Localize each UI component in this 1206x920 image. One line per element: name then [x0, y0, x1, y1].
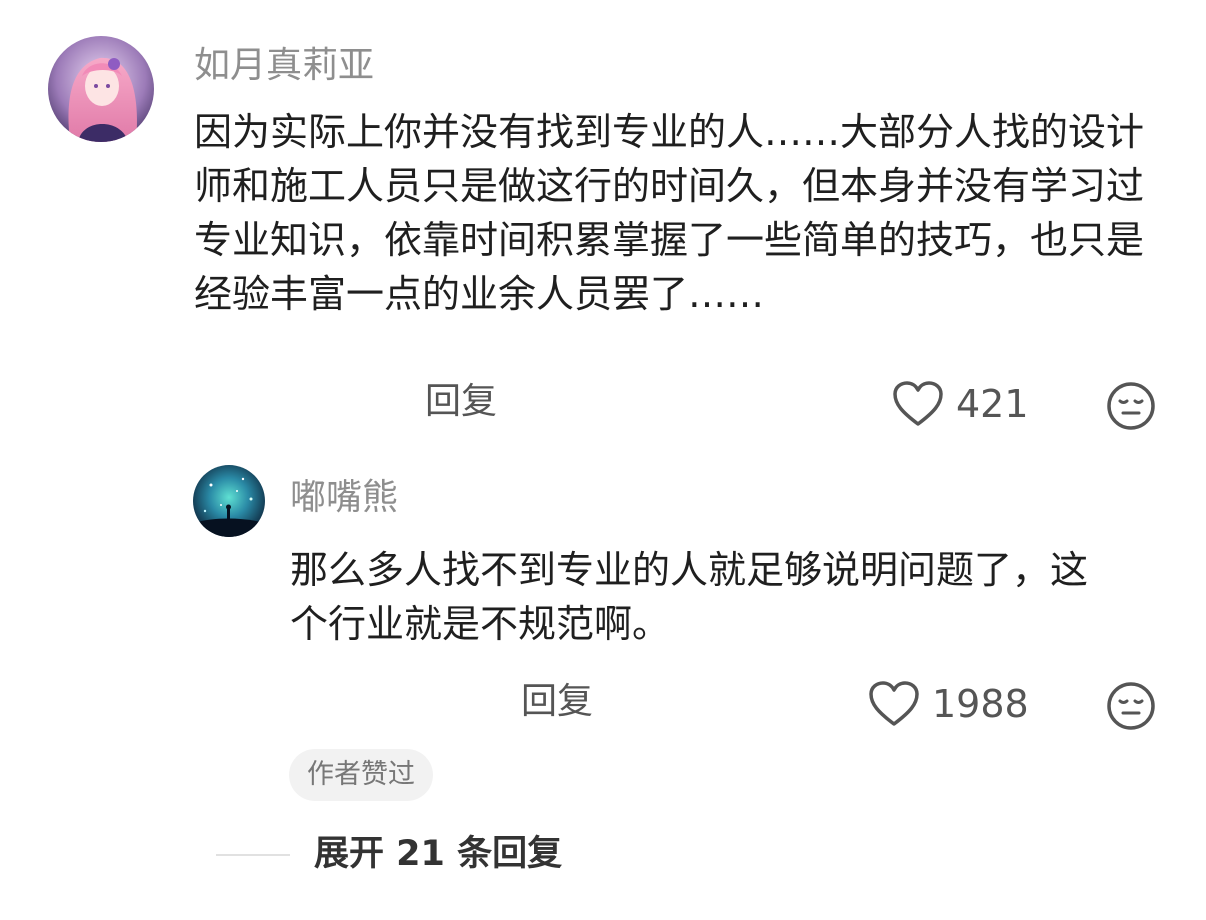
divider-line: [216, 853, 290, 856]
reply-text: 那么多人找不到专业的人就足够说明问题了，这个行业就是不规范啊。: [290, 548, 1089, 646]
like-count: 421: [956, 382, 1029, 426]
expand-replies-button[interactable]: 展开 21 条回复: [216, 837, 562, 872]
reply-like-button[interactable]: 1988: [868, 680, 1029, 728]
replier-avatar[interactable]: [193, 465, 265, 537]
reply-reply-button[interactable]: 回复: [521, 684, 593, 720]
like-button[interactable]: 421: [892, 380, 1029, 428]
commenter-avatar[interactable]: [48, 36, 154, 142]
reply-dislike-button[interactable]: [1106, 681, 1156, 731]
anime-girl-avatar-icon: [48, 36, 154, 142]
meh-face-icon: [1107, 382, 1155, 430]
dislike-button[interactable]: [1106, 381, 1156, 431]
reply-like-count: 1988: [932, 682, 1029, 726]
meh-face-icon: [1107, 682, 1155, 730]
comment-text: 因为实际上你并没有找到专业的人……大部分人找的设计师和施工人员只是做这行的时间久…: [194, 110, 1145, 316]
expand-replies-label: 展开 21 条回复: [314, 834, 563, 874]
author-liked-badge: 作者赞过: [289, 749, 433, 801]
starry-night-avatar-icon: [193, 465, 265, 537]
heart-icon: [869, 681, 919, 726]
reply-button[interactable]: 回复: [425, 384, 497, 420]
replier-username[interactable]: 嘟嘴熊: [290, 480, 398, 516]
commenter-username[interactable]: 如月真莉亚: [194, 48, 374, 84]
heart-icon: [893, 381, 943, 426]
